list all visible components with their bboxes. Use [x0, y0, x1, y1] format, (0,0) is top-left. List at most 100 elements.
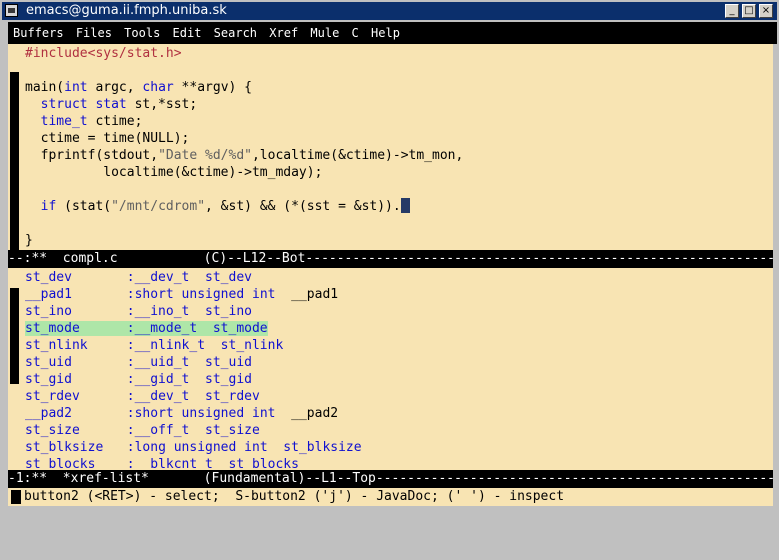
code-buffer[interactable]: #include<sys/stat.h> main(int argc, char …: [8, 44, 773, 250]
code-line[interactable]: localtime(&ctime)->tm_mday);: [25, 164, 463, 181]
xref-row-text: :__uid_t st_uid: [71, 355, 252, 370]
xref-scrollbar[interactable]: [8, 268, 21, 470]
code-line[interactable]: }: [25, 232, 463, 249]
xref-row-text: :__nlink_t st_nlink: [87, 338, 284, 353]
code-scrollbar-thumb[interactable]: [10, 72, 19, 250]
code-line-text: localtime(&ctime)->tm_mday);: [25, 165, 323, 180]
xref-row[interactable]: st_gid :__gid_t st_gid: [25, 371, 362, 388]
menu-c[interactable]: C: [352, 26, 359, 40]
xref-row[interactable]: st_nlink :__nlink_t st_nlink: [25, 337, 362, 354]
code-line-text: time_t: [40, 114, 88, 129]
xref-row-text: __pad2: [25, 406, 72, 421]
maximize-button[interactable]: □: [742, 4, 756, 18]
xref-list-buffer[interactable]: st_dev :__dev_t st_dev __pad1 :short unsi…: [8, 268, 773, 470]
window-menu-icon[interactable]: [5, 4, 18, 17]
xref-row[interactable]: st_uid :__uid_t st_uid: [25, 354, 362, 371]
code-line[interactable]: [25, 215, 463, 232]
xref-row[interactable]: __pad2 :short unsigned int __pad2: [25, 405, 362, 422]
xref-row-text: :__dev_t st_rdev: [79, 389, 260, 404]
minibuffer-cursor: [11, 490, 21, 504]
xref-row-text: st_mode :__mode_t st_mode: [25, 321, 268, 336]
menu-edit[interactable]: Edit: [173, 26, 202, 40]
xref-row-text: st_blksize: [267, 440, 362, 455]
code-line-text: if: [40, 199, 57, 214]
code-line-text: ctime;: [87, 114, 143, 129]
xref-row-text: short unsigned int: [134, 287, 276, 302]
mode-line-compl[interactable]: --:** compl.c (C)--L12--Bot-------------…: [8, 250, 773, 268]
code-line[interactable]: [25, 62, 463, 79]
code-line[interactable]: main(int argc, char **argv) {: [25, 79, 463, 96]
code-line-text: fprintf(stdout,: [25, 148, 159, 163]
xref-row-text: :__off_t st_size: [79, 423, 260, 438]
xref-row[interactable]: st_size :__off_t st_size: [25, 422, 362, 439]
code-line-text: struct stat: [40, 97, 127, 112]
code-line-text: main(: [25, 80, 65, 95]
xref-row-text: __pad1: [25, 287, 72, 302]
xref-row-text: :: [71, 287, 135, 302]
xref-row-text: st_nlink: [25, 338, 88, 353]
xref-row-text: st_uid: [25, 355, 72, 370]
xref-list[interactable]: st_dev :__dev_t st_dev __pad1 :short unsi…: [25, 269, 362, 470]
close-button[interactable]: ×: [759, 4, 773, 18]
xref-row[interactable]: __pad1 :short unsigned int __pad1: [25, 286, 362, 303]
menu-xref[interactable]: Xref: [269, 26, 298, 40]
code-line-text: st,*sst;: [126, 97, 198, 112]
window-title: emacs@guma.ii.fmph.uniba.sk: [26, 3, 227, 18]
echo-area[interactable]: button2 (<RET>) - select; S-button2 ('j'…: [8, 488, 773, 506]
menu-help[interactable]: Help: [371, 26, 400, 40]
code-line-text: , &st) && (*(sst = &st)).: [205, 199, 401, 214]
code-line[interactable]: struct stat st,*sst;: [25, 96, 463, 113]
code-line[interactable]: ctime = time(NULL);: [25, 130, 463, 147]
menu-files[interactable]: Files: [76, 26, 112, 40]
menu-mule[interactable]: Mule: [310, 26, 339, 40]
xref-row-text: :__ino_t st_ino: [71, 304, 252, 319]
emacs-window: emacs@guma.ii.fmph.uniba.sk _ □ × Buffer…: [0, 0, 779, 513]
code-line-text: argc,: [87, 80, 143, 95]
xref-row-text: __pad1: [275, 287, 339, 302]
menu-search[interactable]: Search: [214, 26, 257, 40]
menu-bar: Buffers Files Tools Edit Search Xref Mul…: [8, 22, 777, 44]
code-scrollbar[interactable]: [8, 44, 21, 250]
code-line-text: int: [64, 80, 88, 95]
xref-row-text: short unsigned int: [134, 406, 276, 421]
menu-tools[interactable]: Tools: [124, 26, 160, 40]
echo-message: button2 (<RET>) - select; S-button2 ('j'…: [24, 489, 565, 504]
code-line[interactable]: fprintf(stdout,"Date %d/%d",localtime(&c…: [25, 147, 464, 164]
code-text[interactable]: #include<sys/stat.h> main(int argc, char …: [25, 45, 463, 249]
mode-line-xref[interactable]: -1:** *xref-list* (Fundamental)--L1--Top…: [8, 470, 773, 488]
code-line[interactable]: time_t ctime;: [25, 113, 463, 130]
xref-row[interactable]: st_blksize :long unsigned int st_blksize: [25, 439, 362, 456]
xref-row-text: st_ino: [25, 304, 72, 319]
title-bar[interactable]: emacs@guma.ii.fmph.uniba.sk _ □ ×: [2, 2, 777, 20]
code-line[interactable]: [25, 181, 463, 198]
xref-row-text: :: [71, 406, 135, 421]
code-line-text: #include<sys/stat.h>: [25, 46, 182, 61]
code-line[interactable]: if (stat("/mnt/cdrom", &st) && (*(sst = …: [25, 198, 463, 215]
menu-buffers[interactable]: Buffers: [13, 26, 64, 40]
code-line-text: **argv) {: [173, 80, 253, 95]
xref-row-text: __pad2: [275, 406, 339, 421]
xref-row[interactable]: st_mode :__mode_t st_mode: [25, 320, 362, 337]
xref-row[interactable]: st_ino :__ino_t st_ino: [25, 303, 362, 320]
code-line-text: (stat(: [56, 199, 112, 214]
xref-row[interactable]: st_blocks :__blkcnt_t st_blocks: [25, 456, 362, 470]
xref-row-text: long unsigned int: [134, 440, 268, 455]
code-line-text: }: [25, 233, 33, 248]
xref-scrollbar-thumb[interactable]: [10, 288, 19, 384]
xref-row-text: st_size: [25, 423, 80, 438]
xref-row-text: st_blocks: [25, 457, 96, 470]
code-line[interactable]: #include<sys/stat.h>: [25, 45, 463, 62]
code-line-text: char: [142, 80, 174, 95]
xref-row-text: :__gid_t st_gid: [71, 372, 252, 387]
xref-row[interactable]: st_dev :__dev_t st_dev: [25, 269, 362, 286]
xref-row-text: st_rdev: [25, 389, 80, 404]
xref-row-text: st_blksize: [25, 440, 104, 455]
xref-row[interactable]: st_rdev :__dev_t st_rdev: [25, 388, 362, 405]
code-line-text: "/mnt/cdrom": [111, 199, 206, 214]
minimize-button[interactable]: _: [725, 4, 739, 18]
text-cursor: [400, 198, 410, 213]
xref-row-text: st_dev: [25, 270, 72, 285]
